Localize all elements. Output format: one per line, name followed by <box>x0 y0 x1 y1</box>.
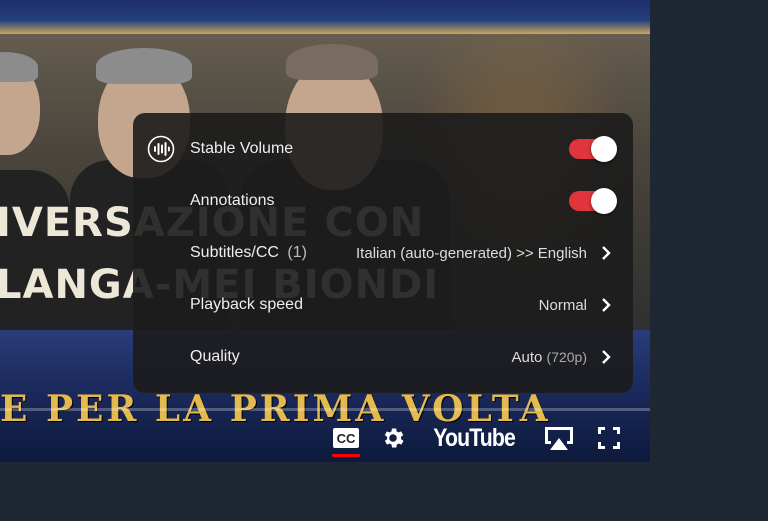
settings-button[interactable] <box>380 425 406 451</box>
gear-icon <box>384 428 404 448</box>
quality-value-resolution: (720p) <box>546 348 587 365</box>
menu-item-playback-speed[interactable]: Playback speed Normal <box>133 279 633 331</box>
chevron-right-icon <box>601 297 613 313</box>
menu-item-stable-volume[interactable]: Stable Volume <box>133 123 633 175</box>
video-player[interactable]: IVERSAZIONE CON LANGA-MEI BIONDI E PER L… <box>0 0 650 462</box>
annotations-toggle[interactable] <box>569 188 617 214</box>
playback-speed-value: Normal <box>538 296 587 314</box>
fullscreen-button[interactable] <box>596 425 622 451</box>
subtitles-icon: CC <box>332 428 359 448</box>
video-top-banner <box>0 0 650 34</box>
quality-value-main: Auto <box>511 348 543 366</box>
subtitles-active-indicator <box>331 454 360 457</box>
airplay-button[interactable] <box>542 424 576 452</box>
menu-item-subtitles[interactable]: Subtitles/CC (1) Italian (auto-generated… <box>133 227 633 279</box>
subtitles-count: (1) <box>287 244 307 261</box>
person-right-hair <box>286 44 378 80</box>
progress-bar[interactable] <box>0 408 650 411</box>
menu-item-label: Subtitles/CC (1) <box>190 244 356 262</box>
toggle-knob <box>591 188 617 214</box>
menu-item-label: Playback speed <box>190 296 303 313</box>
youtube-logo: YouTube <box>432 423 516 452</box>
youtube-logo-button[interactable]: YouTube <box>426 424 522 453</box>
menu-item-annotations[interactable]: Annotations <box>133 175 633 227</box>
subtitles-label: Subtitles/CC <box>190 244 279 261</box>
chevron-right-icon <box>601 245 613 261</box>
subtitles-button[interactable]: CC <box>331 427 360 457</box>
quality-value: Auto (720p) <box>512 349 588 366</box>
menu-item-label: Annotations <box>190 192 275 209</box>
fullscreen-icon <box>598 427 620 449</box>
subtitles-value: Italian (auto-generated) >> English <box>356 244 587 262</box>
settings-menu: Stable Volume Annotations Subtitles/CC (… <box>133 113 633 393</box>
stable-volume-icon <box>147 135 175 163</box>
stable-volume-toggle[interactable] <box>569 136 617 162</box>
airplay-icon <box>545 427 573 450</box>
person-middle-hair <box>96 48 192 84</box>
menu-item-label: Quality <box>190 348 240 365</box>
chevron-right-icon <box>601 349 613 365</box>
svg-text:CC: CC <box>336 431 355 446</box>
menu-item-label: Stable Volume <box>190 140 294 157</box>
player-controls: CC YouTube <box>331 420 650 457</box>
menu-item-quality[interactable]: Quality Auto (720p) <box>133 331 633 383</box>
toggle-knob <box>591 136 617 162</box>
